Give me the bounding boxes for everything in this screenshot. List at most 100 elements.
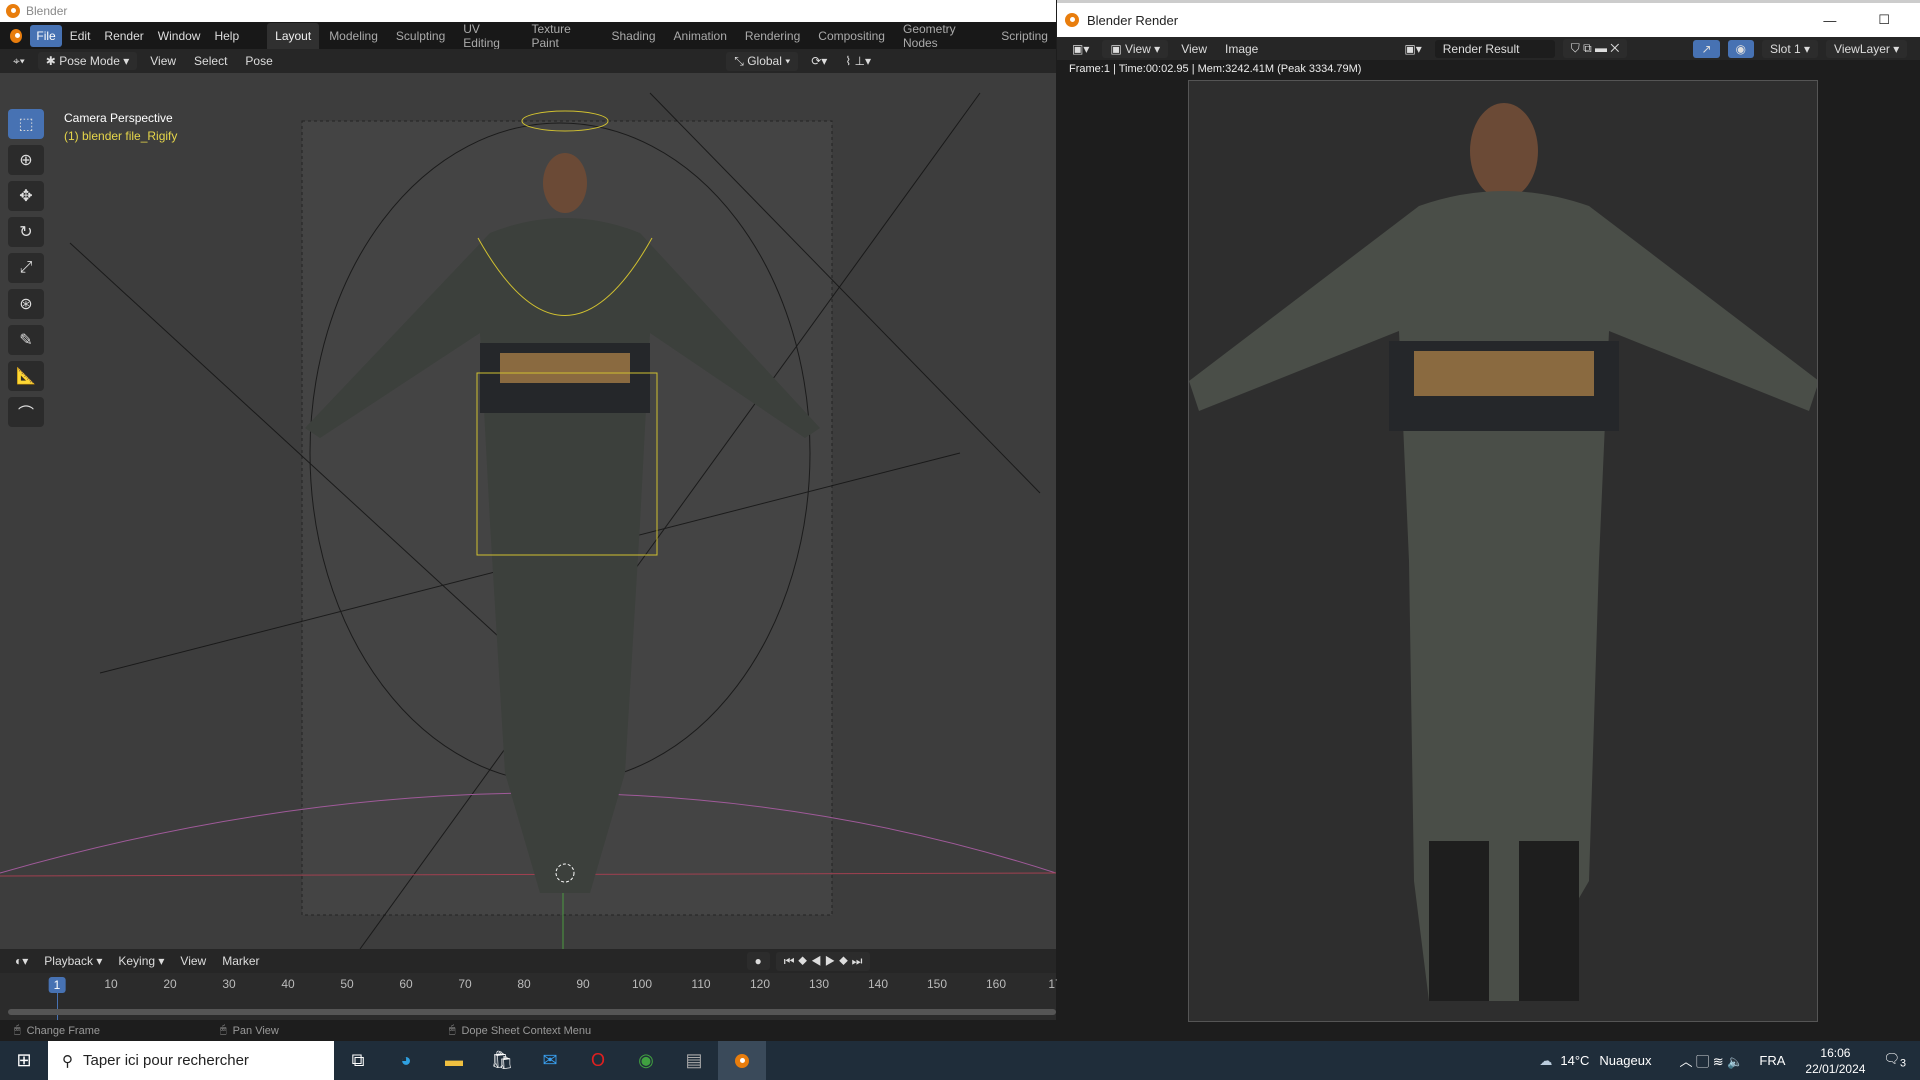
- edge-icon[interactable]: ◕: [382, 1041, 430, 1080]
- menu-marker[interactable]: Marker: [217, 952, 264, 970]
- image-name-field[interactable]: Render Result: [1434, 39, 1555, 58]
- frame-tick: 100: [631, 977, 653, 991]
- frame-tick: 70: [458, 977, 472, 991]
- tab-sculpting[interactable]: Sculpting: [388, 23, 453, 49]
- scale-tool[interactable]: ⤢: [8, 253, 44, 283]
- image-actions[interactable]: ⛉ ⧉ ▬ ✕: [1562, 39, 1628, 58]
- snap-icon[interactable]: ⌇ ⊥▾: [840, 52, 876, 70]
- menu-window[interactable]: Window: [152, 25, 207, 47]
- maximize-button[interactable]: ☐: [1878, 12, 1890, 28]
- menu-playback[interactable]: Playback ▾: [39, 952, 107, 970]
- rotate-tool[interactable]: ↻: [8, 217, 44, 247]
- timeline-editor-icon[interactable]: ◐▾: [10, 952, 33, 970]
- view-layer-label: ViewLayer: [1834, 41, 1890, 56]
- frame-tick: 80: [517, 977, 531, 991]
- menu-select[interactable]: Select: [189, 52, 232, 70]
- menu-image[interactable]: Image: [1220, 40, 1263, 58]
- image-editor-type-icon[interactable]: ▣▾: [1067, 40, 1094, 58]
- search-icon: ⚲: [62, 1052, 73, 1070]
- menu-timeline-view[interactable]: View: [175, 952, 211, 970]
- frame-tick: 60: [399, 977, 413, 991]
- select-box-tool[interactable]: ⬚: [8, 109, 44, 139]
- transform-tool[interactable]: ⊛: [8, 289, 44, 319]
- image-browse-icon[interactable]: ▣▾: [1399, 40, 1426, 58]
- tab-rendering[interactable]: Rendering: [737, 23, 808, 49]
- view-layer-dropdown[interactable]: ViewLayer ▾: [1826, 39, 1908, 58]
- render-window-title: Blender Render: [1087, 12, 1179, 28]
- menu-file[interactable]: File: [30, 24, 62, 47]
- weather-temp[interactable]: 14°C: [1560, 1053, 1589, 1068]
- search-placeholder: Taper ici pour rechercher: [83, 1052, 249, 1069]
- frame-tick: 150: [926, 977, 948, 991]
- tab-modeling[interactable]: Modeling: [321, 23, 386, 49]
- blender-taskbar-icon[interactable]: [718, 1041, 766, 1080]
- tray-icons[interactable]: ︿ ▢ ≋ 🔈: [1679, 1051, 1743, 1070]
- menu-edit[interactable]: Edit: [64, 25, 97, 47]
- tab-scripting[interactable]: Scripting: [993, 23, 1056, 49]
- menu-render-view[interactable]: View: [1176, 40, 1212, 58]
- weather-desc[interactable]: Nuageux: [1599, 1053, 1651, 1068]
- slot-dropdown[interactable]: Slot 1 ▾: [1762, 39, 1819, 58]
- frame-tick: 110: [691, 977, 711, 991]
- annotate-tool[interactable]: ✎: [8, 325, 44, 355]
- language-indicator[interactable]: FRA: [1759, 1053, 1785, 1068]
- timeline-scrollbar[interactable]: [8, 1009, 1056, 1015]
- file-explorer-icon[interactable]: ▬: [430, 1041, 478, 1080]
- render-result-image[interactable]: [1188, 80, 1818, 1022]
- cursor-tool[interactable]: ⊕: [8, 145, 44, 175]
- rendered-character: [1189, 103, 1817, 1001]
- overlay-toggle[interactable]: ◉: [1727, 39, 1754, 58]
- app-icon[interactable]: ▤: [670, 1041, 718, 1080]
- timeline-header: ◐▾ Playback ▾ Keying ▾ View Marker ● ⏮ ◆…: [0, 949, 1056, 973]
- mail-icon[interactable]: ✉: [526, 1041, 574, 1080]
- playback-label: Playback: [44, 954, 93, 968]
- notification-count: 3: [1899, 1057, 1906, 1070]
- tool-shelf: ⬚ ⊕ ✥ ↻ ⤢ ⊛ ✎ 📐 ⌒: [8, 109, 48, 427]
- notification-button[interactable]: 🗨3: [1883, 1051, 1906, 1070]
- tab-shading[interactable]: Shading: [603, 23, 663, 49]
- menu-keying[interactable]: Keying ▾: [113, 952, 169, 970]
- record-button[interactable]: ●: [746, 952, 770, 970]
- editor-type-icon[interactable]: ⌖▾: [8, 52, 30, 71]
- mode-dropdown[interactable]: ✱ Pose Mode ▾: [37, 52, 138, 70]
- frame-tick: 30: [222, 977, 236, 991]
- clock[interactable]: 16:06 22/01/2024: [1805, 1045, 1865, 1077]
- frame-tick: 140: [867, 977, 889, 991]
- store-icon[interactable]: 🛍: [478, 1041, 526, 1080]
- chrome-icon[interactable]: ◉: [622, 1041, 670, 1080]
- move-tool[interactable]: ✥: [8, 181, 44, 211]
- view-mode-dropdown[interactable]: ▣ View ▾: [1102, 39, 1169, 58]
- pivot-icon[interactable]: ⟳▾: [806, 52, 832, 70]
- mode-label: Pose Mode: [59, 54, 120, 68]
- weather-icon[interactable]: ☁: [1539, 1053, 1552, 1069]
- gizmo-toggle[interactable]: ↗: [1693, 39, 1720, 58]
- frame-tick: 130: [808, 977, 830, 991]
- menu-view[interactable]: View: [145, 52, 181, 70]
- current-frame-indicator[interactable]: 1: [48, 977, 66, 993]
- bone-roll-tool[interactable]: ⌒: [8, 397, 44, 427]
- tab-compositing[interactable]: Compositing: [810, 23, 893, 49]
- task-view-icon[interactable]: ⧉: [334, 1041, 382, 1080]
- 3d-viewport[interactable]: Camera Perspective (1) blender file_Rigi…: [0, 73, 1056, 949]
- measure-tool[interactable]: 📐: [8, 361, 44, 391]
- minimize-button[interactable]: —: [1823, 13, 1836, 28]
- opera-icon[interactable]: O: [574, 1041, 622, 1080]
- slot-label: Slot 1: [1770, 41, 1801, 56]
- start-button[interactable]: ⊞: [0, 1041, 48, 1080]
- taskbar-search[interactable]: ⚲ Taper ici pour rechercher: [48, 1041, 334, 1080]
- tab-layout[interactable]: Layout: [267, 22, 320, 49]
- menu-render[interactable]: Render: [98, 25, 149, 47]
- object-label: (1) blender file_Rigify: [64, 129, 178, 143]
- blender-menu-icon[interactable]: [10, 28, 23, 43]
- keying-label: Keying: [118, 954, 156, 968]
- camera-label: Camera Perspective: [64, 111, 173, 125]
- orientation-dropdown[interactable]: ⤡ Global ▾: [726, 51, 799, 71]
- frame-tick: 90: [576, 977, 590, 991]
- menu-pose[interactable]: Pose: [240, 52, 277, 70]
- tab-animation[interactable]: Animation: [666, 23, 735, 49]
- timeline-frames[interactable]: 1 10 20 30 40 50 60 70 80 90 100 110 120 130 140 150 16…: [0, 973, 1062, 1020]
- playback-controls[interactable]: ⏮ ◆ ◀ ▶ ◆ ⏭: [775, 951, 871, 971]
- windows-taskbar: ⊞ ⚲ Taper ici pour rechercher ⧉ ◕ ▬ 🛍 ✉ O…: [0, 1041, 1920, 1080]
- menu-help[interactable]: Help: [208, 25, 245, 47]
- viewport-overlay-text: Camera Perspective (1) blender file_Rigi…: [64, 109, 177, 145]
